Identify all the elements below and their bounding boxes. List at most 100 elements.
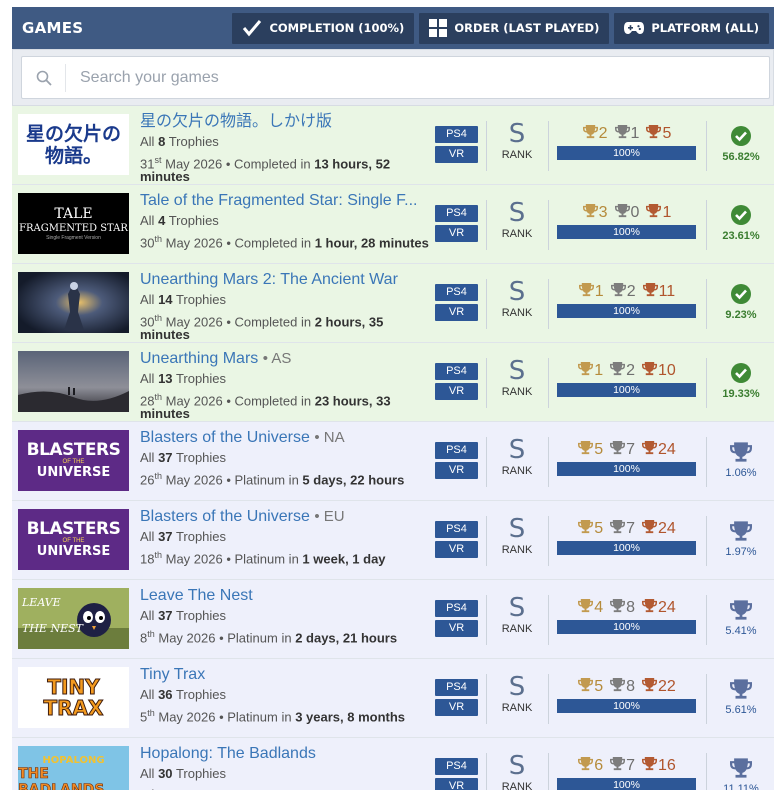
completion-duration: 2 days, 21 hours xyxy=(295,630,398,646)
date-month-year: May 2026 xyxy=(158,630,216,646)
game-row[interactable]: HOPALONG THE BADLANDS Hopalong: The Badl… xyxy=(12,738,774,790)
rarity-value: 11.11% xyxy=(723,783,759,790)
platinum-trophy-icon xyxy=(730,679,752,699)
progress-bar: 100% xyxy=(557,383,696,397)
game-thumbnail[interactable]: BLASTERS OF THE UNIVERSE xyxy=(18,430,129,491)
game-title[interactable]: Leave The Nest xyxy=(140,587,253,604)
trophy-breakdown: 1 2 11 xyxy=(557,282,697,302)
game-title[interactable]: Blasters of the Universe xyxy=(140,508,310,525)
gold-trophies: 5 xyxy=(578,440,603,460)
game-thumbnail[interactable] xyxy=(18,351,129,412)
completion-duration: 3 years, 8 months xyxy=(295,709,406,725)
date-suffix: th xyxy=(154,313,162,323)
order-label: ORDER (LAST PLAYED) xyxy=(454,21,600,35)
game-row[interactable]: LEAVE THE NEST Leave The Nest All 37 Tro… xyxy=(12,580,774,659)
bronze-trophy-icon xyxy=(642,361,658,381)
rank-label: RANK xyxy=(501,544,533,556)
game-info: Tiny Trax All 36 Trophies 5th May 2026 •… xyxy=(140,665,430,723)
gold-trophies: 2 xyxy=(582,124,608,144)
game-title[interactable]: Hopalong: The Badlands xyxy=(140,745,316,762)
bronze-count: 5 xyxy=(662,125,672,142)
trophy-count-prefix: All xyxy=(140,450,155,465)
platform-tag-vr: VR xyxy=(435,462,478,479)
divider xyxy=(486,279,487,329)
game-row[interactable]: Unearthing Mars • AS All 13 Trophies 28t… xyxy=(12,343,774,422)
game-row[interactable]: BLASTERS OF THE UNIVERSE Blasters of the… xyxy=(12,501,774,580)
completion-status: Platinum in xyxy=(234,472,299,488)
trophy-count-suffix: Trophies xyxy=(175,450,227,465)
completion-duration: 5 days, 22 hours xyxy=(302,472,405,488)
platform-filter-button[interactable]: PLATFORM (ALL) xyxy=(614,12,769,44)
completion-date: 31st May 2026 • Completed in 13 hours, 5… xyxy=(140,155,391,185)
gold-count: 6 xyxy=(594,757,604,774)
games-list: 星の欠片の 物語。 星の欠片の物語。しかけ版 All 8 Trophies 31… xyxy=(12,106,774,790)
platform-tags: PS4 VR xyxy=(435,600,479,640)
game-title[interactable]: Blasters of the Universe xyxy=(140,429,310,446)
trophy-count: All 30 Trophies xyxy=(140,765,430,783)
trophy-count: All 36 Trophies xyxy=(140,686,430,704)
game-thumbnail[interactable] xyxy=(18,272,129,333)
date-month-year: May 2026 xyxy=(158,709,216,725)
platform-tag-ps4: PS4 xyxy=(435,205,478,222)
bronze-trophy-icon xyxy=(642,756,658,776)
platform-tag-vr: VR xyxy=(435,778,478,790)
search-box xyxy=(21,56,770,99)
completion-duration: 1 week, 1 day xyxy=(302,551,386,567)
date-suffix: st xyxy=(154,155,162,165)
completion-date: 30th May 2026 • Completed in 1 hour, 28 … xyxy=(140,234,429,251)
date-suffix: th xyxy=(154,234,162,244)
rarity-value: 19.33% xyxy=(722,388,760,400)
trophy-count-prefix: All xyxy=(140,529,155,544)
rarity: 9.23% xyxy=(712,282,770,321)
game-title[interactable]: Unearthing Mars 2: The Ancient War xyxy=(140,271,398,288)
game-title[interactable]: Tale of the Fragmented Star: Single F... xyxy=(140,192,417,209)
bronze-trophy-icon xyxy=(642,282,659,302)
divider xyxy=(486,595,487,645)
progress-bar: 100% xyxy=(557,778,696,790)
game-row[interactable]: BLASTERS OF THE UNIVERSE Blasters of the… xyxy=(12,422,774,501)
search-input[interactable] xyxy=(66,57,769,98)
divider xyxy=(706,279,707,329)
platform-tag-vr: VR xyxy=(435,304,478,321)
game-row[interactable]: Unearthing Mars 2: The Ancient War All 1… xyxy=(12,264,774,343)
game-info: Hopalong: The Badlands All 30 Trophies 1… xyxy=(140,744,430,790)
completion-date: 30th May 2026 • Completed in 2 hours, 35… xyxy=(140,313,384,343)
completed-check-icon xyxy=(731,126,751,146)
completion-duration: 1 hour, 28 minutes xyxy=(314,235,429,251)
rank: S RANK xyxy=(494,199,540,240)
game-thumbnail[interactable]: TALE FRAGMENTED STAR Single Fragment Ver… xyxy=(18,193,129,254)
platform-tags: PS4 VR xyxy=(435,284,479,324)
completion-filter-button[interactable]: COMPLETION (100%) xyxy=(232,12,415,44)
progress-bar: 100% xyxy=(557,304,696,318)
platform-tag-ps4: PS4 xyxy=(435,679,478,696)
game-thumbnail[interactable]: 星の欠片の 物語。 xyxy=(18,114,129,175)
game-thumbnail[interactable]: HOPALONG THE BADLANDS xyxy=(18,746,129,790)
game-title[interactable]: 星の欠片の物語。しかけ版 xyxy=(140,113,332,130)
divider xyxy=(706,121,707,171)
game-title-line: Blasters of the Universe • EU xyxy=(140,507,430,527)
game-thumbnail[interactable]: TINY TRAX xyxy=(18,667,129,728)
game-thumbnail[interactable]: BLASTERS OF THE UNIVERSE xyxy=(18,509,129,570)
rank-letter: S xyxy=(508,198,526,228)
silver-count: 8 xyxy=(626,678,635,695)
rarity: 1.97% xyxy=(712,519,770,558)
trophy-count: All 37 Trophies xyxy=(140,528,430,546)
platform-tags: PS4 VR xyxy=(435,126,479,166)
game-row[interactable]: 星の欠片の 物語。 星の欠片の物語。しかけ版 All 8 Trophies 31… xyxy=(12,106,774,185)
bronze-count: 24 xyxy=(658,599,676,616)
game-row[interactable]: TALE FRAGMENTED STAR Single Fragment Ver… xyxy=(12,185,774,264)
rank-label: RANK xyxy=(501,386,533,398)
trophy-count-prefix: All xyxy=(140,371,155,386)
game-title[interactable]: Tiny Trax xyxy=(140,666,205,683)
game-title[interactable]: Unearthing Mars xyxy=(140,350,258,367)
game-row[interactable]: TINY TRAX Tiny Trax All 36 Trophies 5th … xyxy=(12,659,774,738)
silver-trophies: 1 xyxy=(614,124,639,144)
search-icon[interactable] xyxy=(22,63,66,92)
rarity: 5.41% xyxy=(712,598,770,637)
game-thumbnail[interactable]: LEAVE THE NEST xyxy=(18,588,129,649)
completion-status: Platinum in xyxy=(234,551,299,567)
silver-trophies: 0 xyxy=(614,203,639,223)
divider xyxy=(486,200,487,250)
order-button[interactable]: ORDER (LAST PLAYED) xyxy=(419,12,610,44)
silver-count: 8 xyxy=(626,599,635,616)
